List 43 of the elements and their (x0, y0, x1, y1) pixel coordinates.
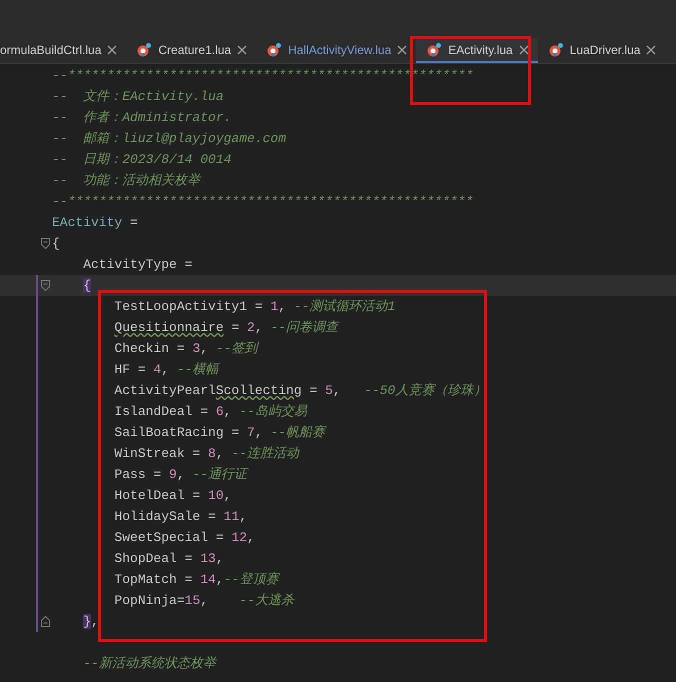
close-icon[interactable] (646, 44, 656, 54)
editor-tab[interactable]: Creature1.lua (126, 38, 256, 63)
editor-tab[interactable]: ormulaBuildCtrl.lua (0, 38, 126, 63)
file-icon (266, 42, 282, 58)
editor-tab[interactable]: LuaDriver.lua (538, 38, 666, 63)
code-line: TestLoopActivity1 = 1, --测试循环活动1 (113, 298, 396, 316)
code-line: { (52, 235, 60, 253)
code-line: HotelDeal = 10, (113, 487, 232, 505)
file-icon (426, 42, 442, 58)
close-icon[interactable] (107, 44, 118, 54)
code-line: HolidaySale = 11, (113, 508, 248, 526)
code-line: WinStreak = 8, --连胜活动 (113, 445, 300, 463)
editor-tab[interactable]: EActivity.lua (416, 38, 538, 63)
fold-icon[interactable] (41, 280, 50, 291)
code-line: IslandDeal = 6, --岛屿交易 (113, 403, 307, 421)
code-comment: -- 作者：Administrator. (52, 109, 232, 127)
close-icon[interactable] (518, 44, 529, 54)
file-icon (136, 42, 152, 58)
code-comment: -- 功能：活动相关枚举 (52, 172, 200, 190)
code-line: HF = 4, --横幅 (113, 361, 218, 379)
code-line: Pass = 9, --通行证 (113, 466, 248, 484)
close-icon[interactable] (237, 44, 248, 54)
code-comment: --**************************************************** (52, 193, 474, 211)
close-icon[interactable] (397, 44, 408, 54)
fold-icon[interactable] (41, 616, 50, 627)
code-line: Quesitionnaire = 2, --问卷调查 (113, 319, 338, 337)
code-comment: -- 邮箱：liuzl@playjoygame.com (52, 130, 286, 148)
code-line: ActivityType = (82, 256, 192, 274)
code-line: TopMatch = 14,--登顶赛 (113, 571, 278, 589)
code-line: }, (82, 613, 99, 631)
code-line: Checkin = 3, --签到 (113, 340, 258, 358)
code-line: EActivity = (52, 214, 138, 232)
code-line: PopNinja=15, --大逃杀 (113, 592, 294, 610)
editor-tab[interactable]: HallActivityView.lua (256, 38, 416, 63)
code-line: ShopDeal = 13, (113, 550, 224, 568)
fold-icon[interactable] (41, 238, 50, 249)
code-comment: --新活动系统状态枚举 (82, 655, 216, 673)
code-comment: -- 文件：EActivity.lua (52, 88, 224, 106)
file-icon (548, 42, 564, 58)
code-line: SailBoatRacing = 7, --帆船赛 (113, 424, 326, 442)
code-comment: -- 日期：2023/8/14 0014 (52, 151, 232, 169)
code-line: ActivityPearlScollecting = 5, --50人竞赛（珍珠） (113, 382, 486, 400)
code-line: SweetSpecial = 12, (113, 529, 255, 547)
